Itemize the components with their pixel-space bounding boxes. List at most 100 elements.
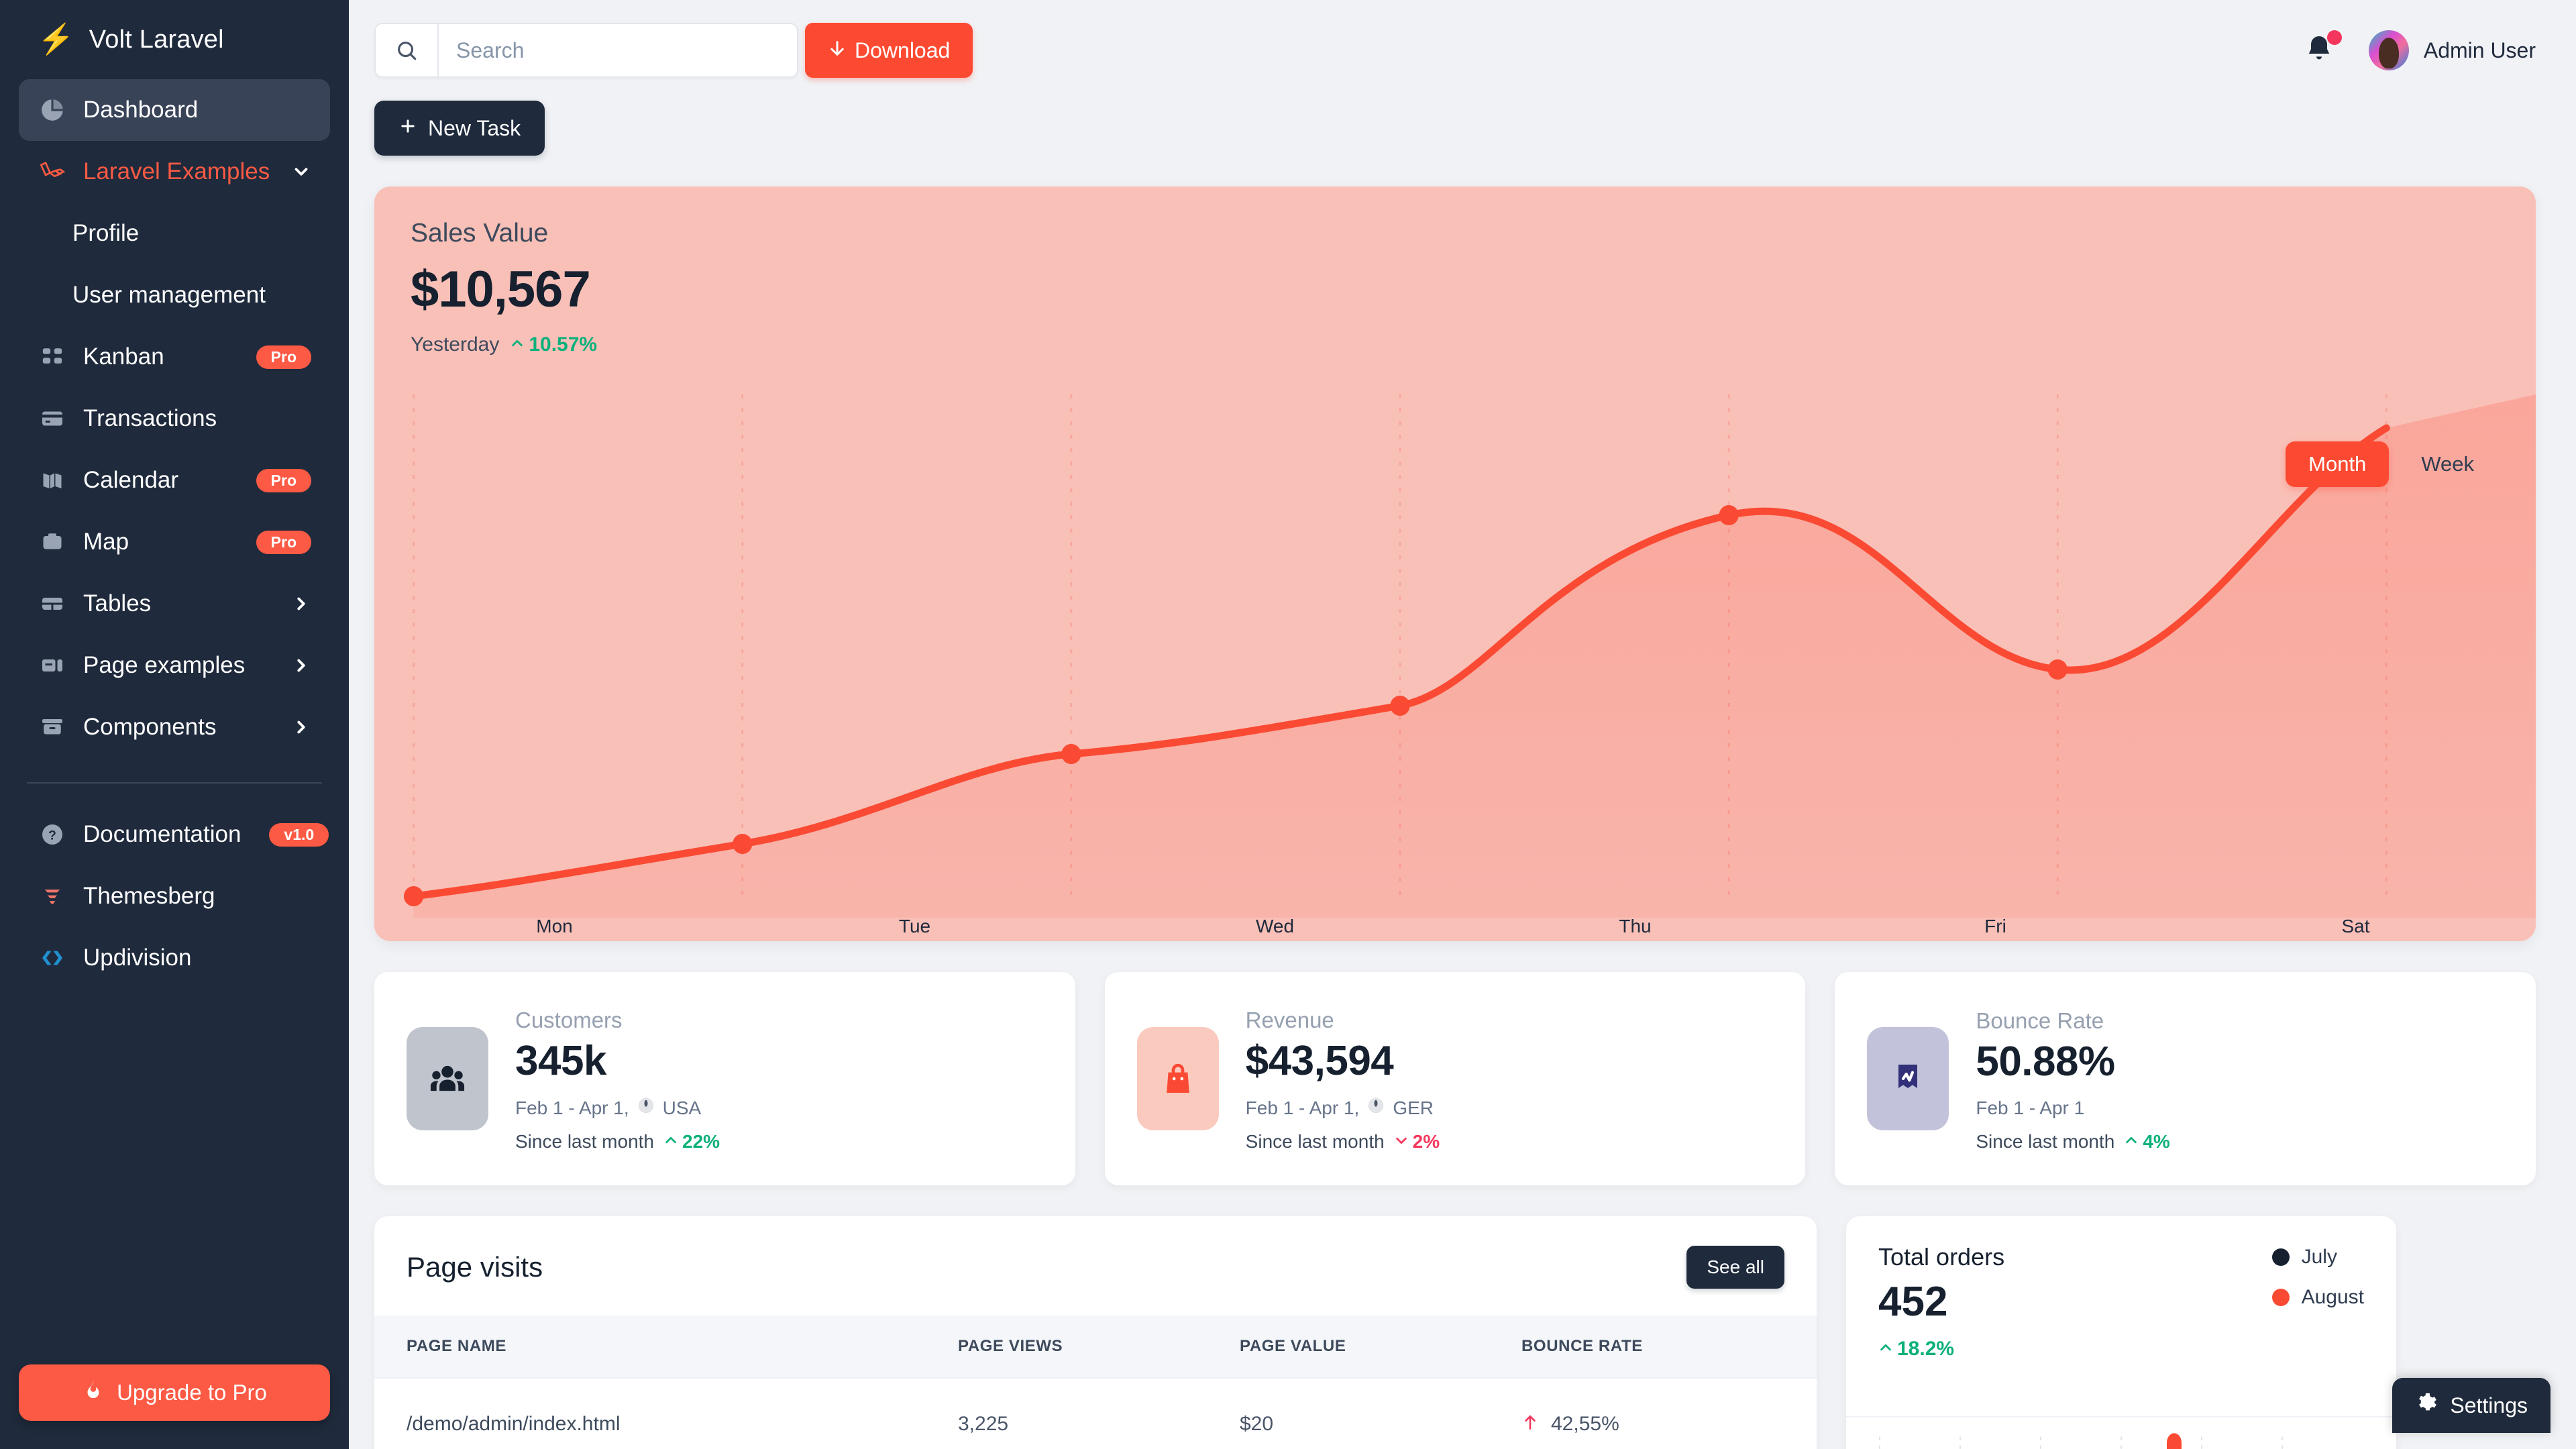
sidebar-item-label: Map [83, 529, 129, 555]
sales-delta-value: 10.57% [529, 333, 598, 356]
stat-delta: 4% [2124, 1131, 2170, 1152]
fire-icon [82, 1379, 105, 1407]
table-body: /demo/admin/index.html 3,225 $20 42,55% [374, 1377, 1817, 1449]
topbar: Download Admin User [349, 0, 2576, 101]
stat-delta: 22% [663, 1131, 720, 1152]
new-task-label: New Task [428, 115, 521, 140]
notification-dot [2326, 30, 2342, 45]
see-all-button[interactable]: See all [1686, 1246, 1784, 1289]
stat-value: $43,594 [1245, 1038, 1394, 1084]
arrow-up-icon [2124, 1131, 2139, 1152]
sidebar-item-laravel-examples[interactable]: Laravel Examples [19, 141, 330, 203]
chevron-right-icon[interactable] [291, 717, 311, 737]
users-icon [407, 1027, 488, 1130]
sidebar-item-themesberg[interactable]: Themesberg [19, 865, 330, 927]
sidebar-item-label: Kanban [83, 343, 164, 370]
table-row[interactable]: /demo/admin/index.html 3,225 $20 42,55% [374, 1377, 1817, 1449]
sidebar-item-updivision[interactable]: Updivision [19, 927, 330, 989]
search-input[interactable] [439, 24, 797, 76]
range-week-button[interactable]: Week [2398, 441, 2497, 487]
themesberg-icon [38, 881, 67, 911]
credit-card-icon [38, 404, 67, 433]
x-tick-label: Thu [1619, 916, 1652, 936]
total-orders-delta: 18.2% [1878, 1338, 2364, 1360]
stat-period: Feb 1 - Apr 1 [1976, 1097, 2169, 1119]
sidebar-divider [27, 782, 322, 784]
upgrade-section: Upgrade to Pro [19, 1364, 330, 1421]
cell-page-value: $20 [1240, 1377, 1521, 1449]
chart-area-fill [413, 394, 2536, 918]
globe-icon [1367, 1097, 1385, 1119]
chevron-down-icon[interactable] [291, 162, 311, 182]
sidebar-item-tables[interactable]: Tables [19, 573, 330, 635]
sidebar-item-profile[interactable]: Profile [19, 203, 330, 264]
sidebar-item-map[interactable]: Map Pro [19, 511, 330, 573]
stat-label: Bounce Rate [1976, 1008, 2104, 1033]
sidebar-item-label: Dashboard [83, 97, 199, 123]
legend-dot [2271, 1248, 2290, 1266]
cell-bounce-rate-value: 42,55% [1551, 1413, 1619, 1435]
legend-item-july[interactable]: July [2271, 1246, 2364, 1269]
sidebar-item-documentation[interactable]: ? Documentation v1.0 [19, 804, 330, 865]
sidebar-item-dashboard[interactable]: Dashboard [19, 79, 330, 141]
column-header-bounce-rate[interactable]: BOUNCE RATE [1521, 1316, 1817, 1378]
stat-value: 345k [515, 1038, 606, 1084]
bottom-row: Page visits See all PAGE NAME PAGE VIEWS… [374, 1216, 2536, 1449]
stat-body: Revenue $43,594 Feb 1 - Apr 1, GER Since… [1246, 1005, 1440, 1152]
svg-text:?: ? [48, 828, 56, 843]
chart-gridlines [1879, 1436, 2283, 1449]
user-name: Admin User [2423, 38, 2536, 62]
column-header-page-value[interactable]: PAGE VALUE [1240, 1316, 1521, 1378]
stat-body: Bounce Rate 50.88% Feb 1 - Apr 1 Since l… [1976, 1006, 2169, 1152]
search-box[interactable] [374, 23, 798, 78]
pie-chart-icon [38, 95, 67, 125]
brand[interactable]: ⚡ Volt Laravel [19, 0, 330, 79]
stat-since: Since last month 22% [515, 1131, 720, 1152]
chevron-right-icon[interactable] [291, 655, 311, 676]
sidebar-item-page-examples[interactable]: Page examples [19, 635, 330, 696]
x-tick-label: Wed [1255, 916, 1295, 936]
book-open-icon [38, 466, 67, 495]
sidebar-item-calendar[interactable]: Calendar Pro [19, 449, 330, 511]
search-icon [376, 24, 439, 76]
download-label: Download [855, 38, 951, 62]
sidebar-item-label: Tables [83, 590, 152, 616]
bar-august [2167, 1433, 2182, 1449]
stat-since-label: Since last month [1245, 1131, 1385, 1152]
sidebar-item-label: Transactions [83, 405, 217, 431]
stat-period: Feb 1 - Apr 1, USA [515, 1097, 720, 1119]
sales-value-card: Sales Value $10,567 Yesterday 10.57% Mon… [374, 186, 2536, 941]
sidebar-item-label: Updivision [83, 945, 192, 971]
column-header-page-views[interactable]: PAGE VIEWS [958, 1316, 1240, 1378]
sidebar-item-components[interactable]: Components [19, 696, 330, 758]
column-header-page-name[interactable]: PAGE NAME [374, 1316, 958, 1378]
total-orders-header: Total orders 452 18.2% July August [1846, 1216, 2396, 1360]
notifications-button[interactable] [2303, 30, 2342, 69]
new-task-button[interactable]: New Task [374, 101, 545, 156]
sidebar-item-label: Laravel Examples [83, 158, 270, 184]
user-menu[interactable]: Admin User [2368, 30, 2536, 70]
sidebar-item-transactions[interactable]: Transactions [19, 388, 330, 449]
stat-cards-row: Customers 345k Feb 1 - Apr 1, USA Since … [374, 972, 2536, 1185]
settings-label: Settings [2450, 1393, 2528, 1417]
settings-button[interactable]: Settings [2392, 1378, 2551, 1433]
arrow-up-icon [510, 333, 525, 356]
stat-period: Feb 1 - Apr 1, GER [1246, 1097, 1440, 1119]
x-tick-label: Fri [1984, 916, 2006, 936]
chevron-right-icon[interactable] [291, 594, 311, 614]
range-month-button[interactable]: Month [2286, 441, 2390, 487]
download-button[interactable]: Download [805, 23, 973, 78]
sidebar-item-kanban[interactable]: Kanban Pro [19, 326, 330, 388]
legend-dot [2271, 1289, 2290, 1306]
version-badge: v1.0 [269, 822, 329, 847]
status-badge: Pro [256, 468, 311, 492]
arrow-up-icon [1878, 1338, 1893, 1360]
upgrade-to-pro-button[interactable]: Upgrade to Pro [19, 1364, 330, 1421]
legend-item-august[interactable]: August [2271, 1286, 2364, 1309]
sidebar-item-label: Themesberg [83, 883, 215, 909]
subbar: New Task [349, 101, 2576, 156]
stat-card-revenue: Revenue $43,594 Feb 1 - Apr 1, GER Since… [1104, 972, 1806, 1185]
sidebar-item-user-management[interactable]: User management [19, 264, 330, 326]
total-orders-bar-chart [1846, 1416, 2396, 1449]
sidebar-item-label: Components [83, 714, 217, 740]
